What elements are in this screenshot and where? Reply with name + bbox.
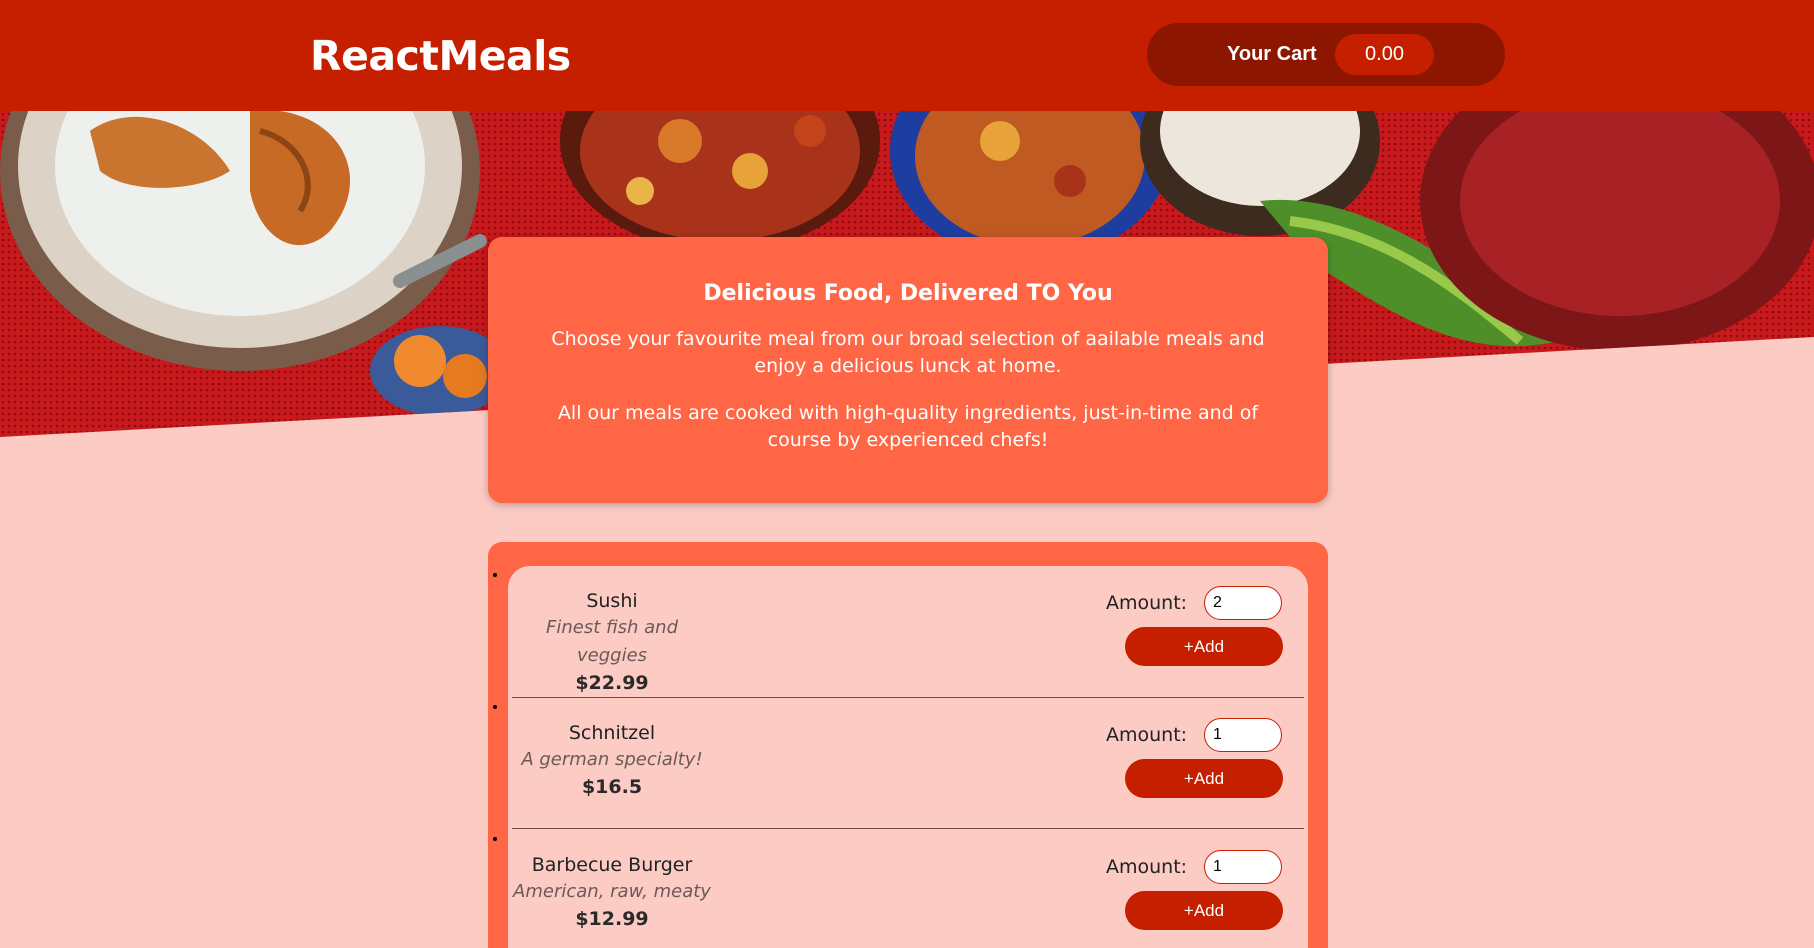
amount-label: Amount:	[1106, 856, 1188, 878]
meal-info: Barbecue Burger American, raw, meaty $12…	[512, 852, 712, 932]
meal-price: $16.5	[581, 776, 643, 798]
amount-input[interactable]	[1204, 850, 1282, 884]
meal-name: Sushi	[586, 590, 638, 612]
summary-paragraph: Choose your favourite meal from our broa…	[551, 328, 1265, 377]
meal-description: American, raw, meaty	[513, 881, 711, 902]
meal-item-schnitzel: Schnitzel A german specialty! $16.5 Amou…	[508, 698, 1308, 830]
amount-input[interactable]	[1204, 718, 1282, 752]
amount-label: Amount:	[1106, 724, 1188, 746]
amount-label: Amount:	[1106, 592, 1188, 614]
meals-summary-card: Delicious Food, Delivered TO You Choose …	[488, 237, 1328, 503]
amount-control: Amount:	[1106, 586, 1282, 620]
add-to-cart-button[interactable]: +Add	[1125, 759, 1283, 798]
page: ReactMeals Your Cart 0.00 Delicious Food…	[0, 0, 1814, 948]
meal-info: Sushi Finest fish and veggies $22.99	[512, 588, 712, 696]
meal-item-sushi: Sushi Finest fish and veggies $22.99 Amo…	[508, 566, 1308, 698]
meal-name: Barbecue Burger	[531, 854, 693, 876]
meal-name: Schnitzel	[568, 722, 656, 744]
meals-list: Sushi Finest fish and veggies $22.99 Amo…	[508, 566, 1308, 948]
amount-input[interactable]	[1204, 586, 1282, 620]
app-header: ReactMeals Your Cart 0.00	[0, 0, 1814, 111]
meal-description: A german specialty!	[521, 749, 703, 770]
meals-list-card: Sushi Finest fish and veggies $22.99 Amo…	[488, 542, 1328, 948]
cart-button[interactable]: Your Cart 0.00	[1147, 23, 1505, 86]
meal-description: Finest fish and veggies	[546, 617, 678, 666]
add-to-cart-button[interactable]: +Add	[1125, 627, 1283, 666]
summary-title: Delicious Food, Delivered TO You	[703, 281, 1113, 306]
add-to-cart-button[interactable]: +Add	[1125, 891, 1283, 930]
meal-item-barbecue-burger: Barbecue Burger American, raw, meaty $12…	[508, 830, 1308, 948]
amount-control: Amount:	[1106, 718, 1282, 752]
cart-badge: 0.00	[1335, 34, 1434, 75]
amount-control: Amount:	[1106, 850, 1282, 884]
meal-price: $22.99	[575, 672, 649, 694]
meal-info: Schnitzel A german specialty! $16.5	[512, 720, 712, 800]
meal-price: $12.99	[575, 908, 649, 930]
summary-paragraph: All our meals are cooked with high-quali…	[557, 402, 1259, 451]
cart-label: Your Cart	[1227, 43, 1317, 65]
app-logo: ReactMeals	[310, 32, 571, 80]
meal-divider	[512, 828, 1304, 829]
